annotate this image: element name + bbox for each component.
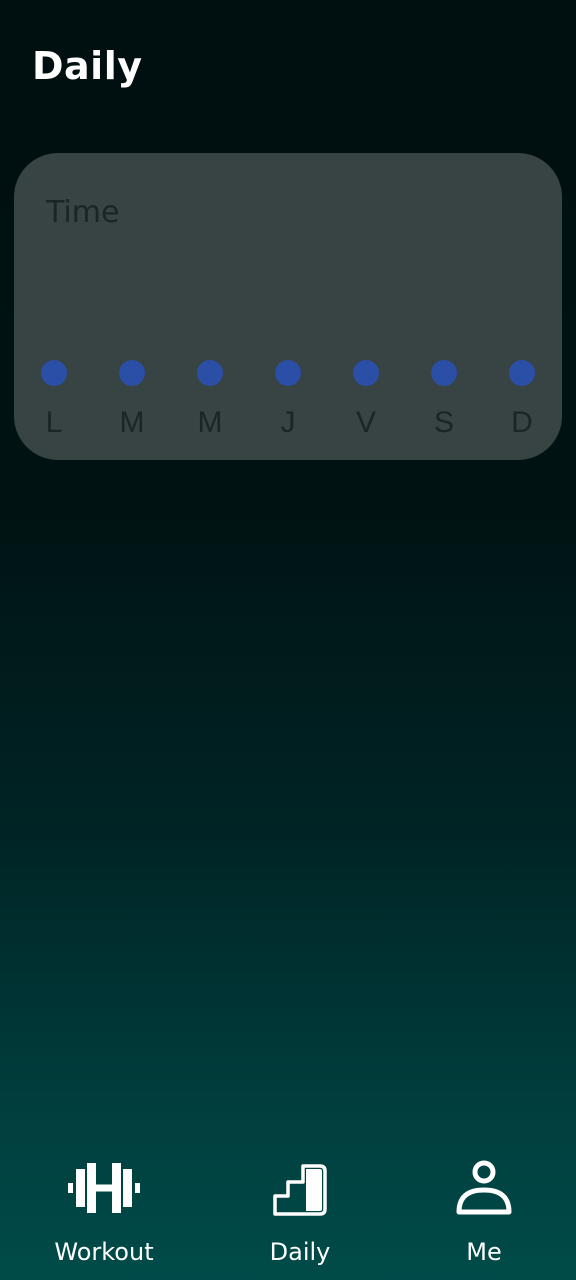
day-dot: [509, 360, 535, 386]
day-letter: V: [355, 406, 376, 439]
nav-item-me[interactable]: Me: [404, 1160, 564, 1280]
day-letter: S: [433, 406, 454, 439]
steps-chart-icon: [273, 1164, 327, 1216]
day-item-wednesday: M: [190, 360, 230, 460]
page-title: Daily: [32, 44, 143, 88]
card-label: Time: [46, 195, 120, 230]
nav-label: Daily: [269, 1238, 331, 1266]
day-dot: [41, 360, 67, 386]
nav-item-daily[interactable]: Daily: [220, 1160, 380, 1280]
nav-label: Workout: [54, 1238, 154, 1266]
day-item-monday: L: [34, 360, 74, 460]
day-letter: D: [511, 406, 533, 439]
day-item-thursday: J: [268, 360, 308, 460]
day-dot: [275, 360, 301, 386]
nav-item-workout[interactable]: Workout: [24, 1160, 184, 1280]
person-icon: [456, 1160, 512, 1215]
day-letter: J: [280, 406, 296, 439]
time-card: Time L M M J V S D: [14, 153, 562, 460]
day-dot: [197, 360, 223, 386]
day-item-sunday: D: [502, 360, 542, 460]
day-letter: M: [119, 406, 145, 439]
day-dot: [119, 360, 145, 386]
day-item-tuesday: M: [112, 360, 152, 460]
day-letter: L: [45, 406, 63, 439]
day-dot: [353, 360, 379, 386]
day-item-friday: V: [346, 360, 386, 460]
day-dot: [431, 360, 457, 386]
nav-label: Me: [466, 1238, 502, 1266]
dumbbell-icon: [68, 1163, 140, 1213]
day-item-saturday: S: [424, 360, 464, 460]
day-letter: M: [197, 406, 223, 439]
bottom-nav: Workout Daily Me: [0, 1160, 576, 1280]
